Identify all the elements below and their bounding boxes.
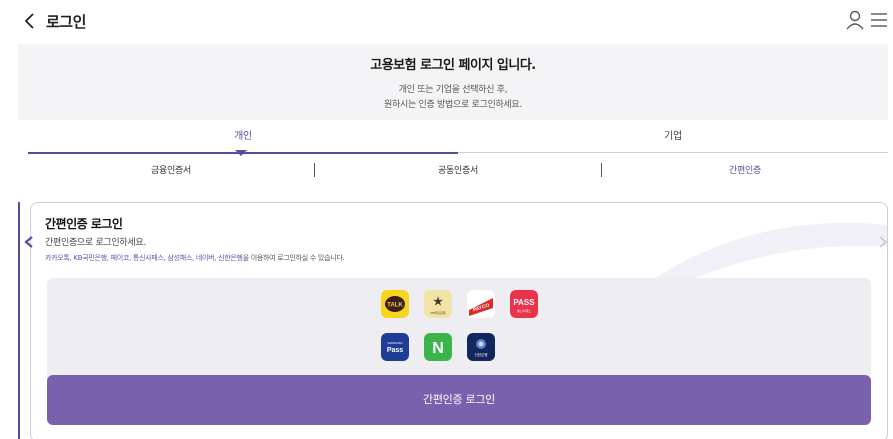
kb-bank-logo[interactable]: ★ KB국민은행: [424, 290, 452, 318]
shinhan-bank-logo-text: 신한은행: [475, 352, 488, 357]
tab-joint-certificate[interactable]: 공동인증서: [315, 158, 601, 184]
provider-list-text: 카카오톡, KB국민은행, 페이코, 통신사패스, 삼성패스, 네이버, 신한은…: [45, 253, 345, 263]
kb-bank-logo-text: KB국민은행: [430, 310, 445, 315]
naver-logo[interactable]: N: [424, 333, 452, 361]
top-bar: 로그인: [0, 0, 893, 44]
kakaotalk-logo[interactable]: TALK: [381, 290, 409, 318]
tab-simple-auth[interactable]: 간편인증: [602, 158, 888, 184]
banner-description-line1: 개인 또는 기업을 선택하신 후,: [398, 85, 508, 95]
kakaotalk-logo-text: TALK: [387, 303, 403, 309]
tab-finance-certificate[interactable]: 금융인증서: [28, 158, 314, 184]
samsung-pass-logo-text: Pass: [387, 347, 403, 354]
login-info-banner: 고용보험 로그인 페이지 입니다. 개인 또는 기업을 선택하신 후, 원하시는…: [18, 44, 888, 120]
naver-logo-text: N: [432, 340, 444, 357]
back-arrow-icon[interactable]: [20, 11, 40, 31]
samsung-pass-logo-small-text: SAMSUNG: [387, 341, 403, 345]
shinhan-bank-logo[interactable]: 신한은행: [467, 333, 495, 361]
simple-auth-login-button[interactable]: 간편인증 로그인: [47, 375, 871, 425]
card-subtitle: 간편인증으로 로그인하세요.: [45, 238, 146, 248]
pass-logo[interactable]: PASS 통신사패스: [510, 290, 538, 318]
card-title: 간편인증 로그인: [45, 217, 123, 231]
provider-names: 카카오톡, KB국민은행, 페이코, 통신사패스, 삼성패스, 네이버, 신한은…: [45, 254, 243, 262]
page-title: 로그인: [46, 13, 86, 31]
provider-list-suffix: 을 이용하여 로그인하실 수 있습니다.: [242, 254, 345, 262]
carousel-next-icon[interactable]: [876, 234, 890, 248]
banner-description-line2: 원하시는 인증 방법으로 로그인하세요.: [384, 100, 522, 110]
simple-auth-card: 간편인증 로그인 간편인증으로 로그인하세요. 카카오톡, KB국민은행, 페이…: [30, 202, 888, 439]
svg-text:★: ★: [433, 296, 443, 308]
user-icon[interactable]: [845, 9, 865, 31]
hamburger-menu-icon[interactable]: [869, 10, 889, 30]
carousel-edge: [18, 202, 20, 439]
provider-logo-panel: TALK ★ KB국민은행 PAYCO PASS 통신사패스 SAMSUNG Pass…: [47, 278, 871, 388]
auth-method-tabs: 금융인증서 공동인증서 간편인증: [28, 158, 888, 184]
user-type-tabs: 개인 기업: [28, 124, 888, 156]
active-tab-indicator: [235, 150, 247, 156]
carousel-prev-icon[interactable]: [22, 234, 36, 248]
tab-company[interactable]: 기업: [458, 124, 888, 153]
pass-logo-subtext: 통신사패스: [517, 308, 531, 313]
samsung-pass-logo[interactable]: SAMSUNG Pass: [381, 333, 409, 361]
banner-title: 고용보험 로그인 페이지 입니다.: [370, 58, 536, 73]
pass-logo-text: PASS: [513, 298, 535, 307]
payco-logo[interactable]: PAYCO: [467, 290, 495, 318]
